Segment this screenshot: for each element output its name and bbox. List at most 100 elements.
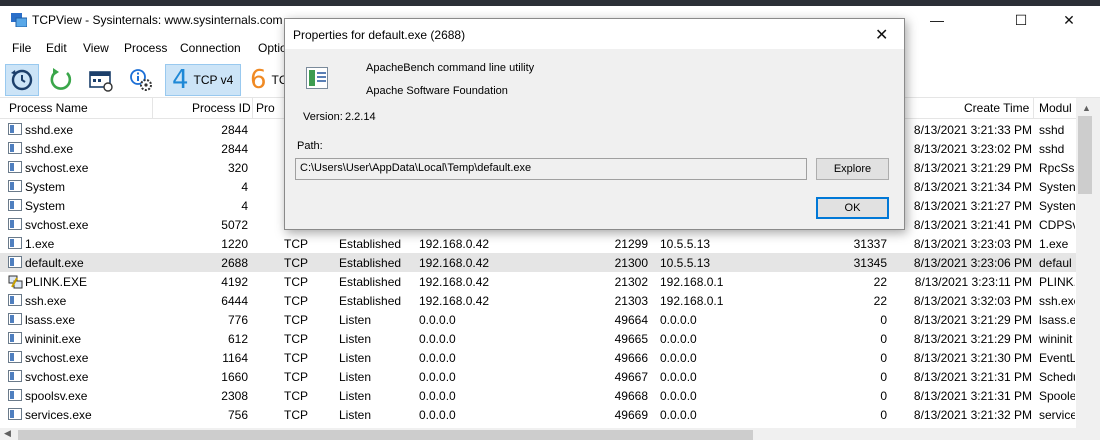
table-row[interactable]: PLINK.EXE 4192 TCP Established 192.168.0.42 2…: [0, 272, 1076, 291]
table-row[interactable]: services.exe 756 TCP Listen 0.0.0.0 49669 0.0.…: [0, 405, 1076, 424]
cell-proto: TCP: [284, 389, 308, 403]
cell-state: Listen: [339, 313, 372, 327]
col-process-id[interactable]: Process ID: [192, 101, 251, 115]
cell-pid: 6444: [221, 294, 248, 308]
col-protocol[interactable]: Pro: [256, 101, 275, 115]
cell-pid: 756: [227, 408, 248, 422]
menu-edit[interactable]: Edit: [46, 41, 67, 55]
cell-local: 0.0.0.0: [419, 389, 456, 403]
cell-module: RpcSs: [1039, 161, 1075, 175]
tcp-v4-toggle[interactable]: 4 TCP v4: [165, 64, 241, 96]
process-icon: [8, 123, 22, 135]
table-row[interactable]: ssh.exe 6444 TCP Established 192.168.0.42 213…: [0, 291, 1076, 310]
cell-pid: 776: [227, 313, 248, 327]
col-module[interactable]: Modul: [1039, 101, 1072, 115]
cell-time: 8/13/2021 3:23:06 PM: [913, 256, 1032, 270]
close-button[interactable]: ✕: [1046, 6, 1092, 34]
cell-name: 1.exe: [25, 237, 55, 251]
cell-name: lsass.exe: [25, 313, 76, 327]
cell-local: 192.168.0.42: [419, 237, 490, 251]
cell-module: sshd: [1039, 142, 1065, 156]
cell-module: sshd: [1039, 123, 1065, 137]
process-icon: [8, 256, 22, 268]
cell-lport: 49664: [614, 313, 648, 327]
maximize-icon: ☐: [1014, 11, 1028, 28]
cell-local: 0.0.0.0: [419, 408, 456, 422]
cell-module: Spoole: [1039, 389, 1075, 403]
vertical-scroll-thumb[interactable]: [1078, 116, 1092, 194]
cycle-arrow-icon: [50, 68, 72, 90]
cell-module: wininit: [1039, 332, 1073, 346]
cell-local: 0.0.0.0: [419, 351, 456, 365]
cell-state: Established: [339, 256, 402, 270]
putty-icon: [8, 275, 23, 289]
cell-module: service: [1039, 408, 1075, 422]
cell-name: svchost.exe: [25, 218, 89, 232]
process-icon: [8, 389, 22, 401]
menu-options[interactable]: Optio: [258, 41, 287, 55]
cell-pid: 4: [241, 180, 248, 194]
table-row[interactable]: default.exe 2688 TCP Established 192.168.0.4…: [0, 253, 1076, 272]
cell-proto: TCP: [284, 294, 308, 308]
options-button[interactable]: [84, 64, 118, 96]
col-divider[interactable]: [152, 98, 153, 119]
cell-remote: 10.5.5.13: [660, 256, 711, 270]
cell-module: ssh.exe: [1039, 294, 1075, 308]
cell-local: 192.168.0.42: [419, 294, 490, 308]
cell-pid: 2308: [221, 389, 248, 403]
ok-button[interactable]: OK: [816, 197, 889, 219]
path-label: Path:: [297, 140, 323, 152]
horizontal-scroll-thumb[interactable]: [18, 430, 753, 440]
minimize-button[interactable]: —: [914, 6, 960, 34]
cell-time: 8/13/2021 3:32:03 PM: [913, 294, 1032, 308]
cell-rport: 0: [880, 351, 887, 365]
cell-pid: 1660: [221, 370, 248, 384]
menu-process[interactable]: Process: [124, 41, 167, 55]
cell-remote: 192.168.0.1: [660, 294, 724, 308]
process-icon: [8, 142, 22, 154]
col-divider[interactable]: [252, 98, 253, 119]
path-field[interactable]: C:\Users\User\AppData\Local\Temp\default…: [295, 158, 807, 180]
cell-local: 192.168.0.42: [419, 275, 490, 289]
cell-name: ssh.exe: [25, 294, 67, 308]
process-icon: [8, 199, 22, 211]
tcp-v6-toggle[interactable]: 6 TC: [244, 64, 288, 96]
refresh-button[interactable]: [5, 64, 39, 96]
cell-time: 8/13/2021 3:21:29 PM: [913, 313, 1032, 327]
cell-name: svchost.exe: [25, 370, 89, 384]
cell-time: 8/13/2021 3:21:27 PM: [913, 199, 1032, 213]
table-row[interactable]: svchost.exe 1660 TCP Listen 0.0.0.0 49667 0.0.…: [0, 367, 1076, 386]
minimize-icon: —: [930, 12, 944, 28]
process-icon: [8, 161, 22, 173]
dialog-close-icon[interactable]: ✕: [875, 25, 888, 45]
cell-proto: TCP: [284, 332, 308, 346]
process-properties-button[interactable]: [124, 64, 158, 96]
table-row[interactable]: 1.exe 1220 TCP Established 192.168.0.42 21299…: [0, 234, 1076, 253]
table-row[interactable]: svchost.exe 1164 TCP Listen 0.0.0.0 49666 0.0.…: [0, 348, 1076, 367]
process-icon: [8, 332, 22, 344]
auto-refresh-button[interactable]: [44, 64, 78, 96]
gear-info-icon: [130, 69, 152, 91]
col-create-time[interactable]: Create Time: [964, 101, 1029, 115]
table-row[interactable]: lsass.exe 776 TCP Listen 0.0.0.0 49664 0.0.0.0…: [0, 310, 1076, 329]
dialog-title: Properties for default.exe (2688): [293, 28, 466, 42]
maximize-button[interactable]: ☐: [998, 6, 1044, 34]
cell-time: 8/13/2021 3:21:31 PM: [913, 389, 1032, 403]
cell-state: Established: [339, 294, 402, 308]
table-row[interactable]: spoolsv.exe 2308 TCP Listen 0.0.0.0 49668 0.0.…: [0, 386, 1076, 405]
cell-name: spoolsv.exe: [25, 389, 88, 403]
cell-module: defaul: [1039, 256, 1072, 270]
scroll-up-arrow-icon[interactable]: ▲: [1082, 103, 1091, 113]
menu-view[interactable]: View: [83, 41, 109, 55]
cell-state: Established: [339, 237, 402, 251]
scroll-left-arrow-icon[interactable]: ◀: [4, 428, 11, 439]
menu-connection[interactable]: Connection: [180, 41, 241, 55]
table-row[interactable]: wininit.exe 612 TCP Listen 0.0.0.0 49665 0.0.0…: [0, 329, 1076, 348]
col-process-name[interactable]: Process Name: [9, 101, 88, 115]
col-divider[interactable]: [1033, 98, 1034, 119]
process-icon: [8, 180, 22, 192]
cell-module: PLINK.: [1039, 275, 1075, 289]
cell-module: 1.exe: [1039, 237, 1069, 251]
menu-file[interactable]: File: [12, 41, 31, 55]
explore-button[interactable]: Explore: [816, 158, 889, 180]
